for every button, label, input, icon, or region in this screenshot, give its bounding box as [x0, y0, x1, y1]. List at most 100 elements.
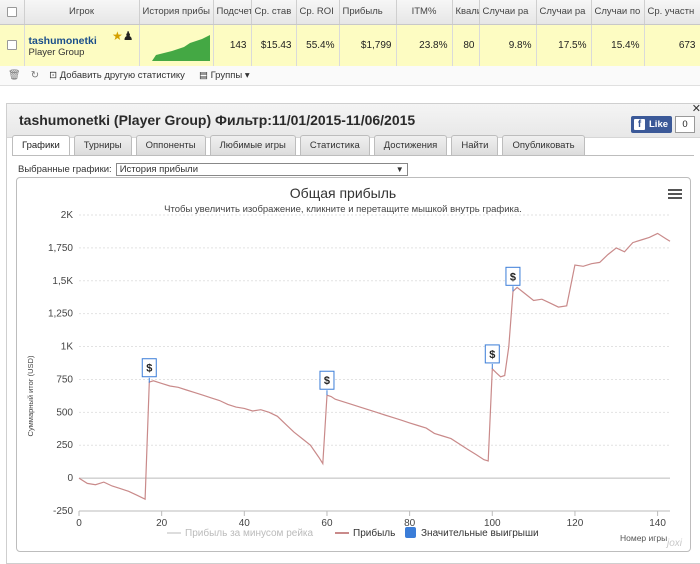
col-header-quali[interactable]: Квали — [452, 0, 480, 25]
cell-participants: 673 — [644, 24, 700, 67]
cell-case3: 15.4% — [591, 24, 645, 67]
player-cell[interactable]: tashumonetki Player Group ★♟ — [24, 24, 140, 67]
trash-icon[interactable]: 🗑 — [8, 70, 21, 81]
page-title: tashumonetki (Player Group) Фильтр:11/01… — [19, 112, 416, 128]
table-row[interactable]: tashumonetki Player Group ★♟ 143 $15.43 … — [0, 24, 700, 67]
profit-series — [78, 232, 671, 501]
tab-tournaments[interactable]: Турниры — [73, 135, 132, 155]
col-header-avg-stake[interactable]: Ср. став — [251, 0, 297, 25]
select-all-checkbox[interactable] — [0, 0, 25, 25]
y-tick-label: 1,750 — [48, 243, 73, 254]
sparkline-chart — [143, 34, 210, 61]
profit-chart[interactable]: Общая прибыль Чтобы увеличить изображени… — [17, 178, 690, 551]
y-tick-label: 1,250 — [48, 309, 73, 320]
col-header-history[interactable]: История прибы — [139, 0, 214, 25]
big-win-symbol: $ — [324, 375, 330, 387]
chart-select-label: Выбранные графики: — [18, 164, 112, 175]
cell-profit: $1,799 — [339, 24, 397, 67]
player-group: Player Group — [28, 47, 85, 58]
chart-menu-icon[interactable] — [668, 189, 682, 199]
add-stats-button[interactable]: ⊡ Добавить другую статистику — [49, 70, 185, 81]
chart-select-row: Выбранные графики: История прибыли ▼ — [18, 163, 408, 176]
tabs-divider — [12, 155, 694, 156]
legend-label-rake: Прибыль за минусом рейка — [185, 527, 314, 539]
x-tick-label: 60 — [321, 518, 333, 529]
tab-opponents[interactable]: Оппоненты — [135, 135, 206, 155]
y-tick-label: 1,5K — [52, 276, 73, 287]
like-label: Like — [649, 119, 669, 130]
tab-publish[interactable]: Опубликовать — [502, 135, 585, 155]
profit-line — [78, 232, 671, 501]
cell-avg-stake: $15.43 — [251, 24, 297, 67]
tab-charts[interactable]: Графики — [12, 135, 70, 155]
y-tick-label: 750 — [56, 374, 73, 385]
legend-swatch-bigwins — [405, 527, 416, 538]
facebook-like-button[interactable]: f Like — [631, 116, 672, 133]
col-header-count[interactable]: Подсчет — [213, 0, 252, 25]
tab-statistics[interactable]: Статистика — [299, 135, 370, 155]
y-tick-label: -250 — [53, 506, 73, 517]
watermark: joxi — [666, 538, 682, 549]
stats-toolbar: 🗑 ↻ ⊡ Добавить другую статистику ▤ Групп… — [0, 66, 700, 86]
x-axis-ticks: 0 20 40 60 80 100 120 140 — [76, 510, 670, 529]
y-axis-ticks: 2K 1,750 1,5K 1,250 1K 750 500 250 0 -250 — [48, 210, 73, 517]
chart-title: Общая прибыль — [290, 185, 396, 201]
like-count: 0 — [675, 116, 695, 133]
panel-tabs: Графики Турниры Оппоненты Любимые игры С… — [12, 135, 589, 155]
cell-case1: 9.8% — [479, 24, 537, 67]
cell-roi: 55.4% — [296, 24, 340, 67]
cell-case2: 17.5% — [536, 24, 592, 67]
col-header-player[interactable]: Игрок — [24, 0, 140, 25]
profit-sparkline — [139, 24, 214, 67]
y-tick-label: 500 — [56, 407, 73, 418]
tab-find[interactable]: Найти — [451, 135, 499, 155]
col-header-profit[interactable]: Прибыль — [339, 0, 397, 25]
star-icon: ★ — [111, 28, 123, 43]
user-icon: ♟ — [122, 28, 134, 43]
profit-chart-container[interactable]: Общая прибыль Чтобы увеличить изображени… — [16, 177, 691, 552]
refresh-icon[interactable]: ↻ — [31, 70, 39, 81]
x-tick-label: 140 — [649, 518, 666, 529]
row-checkbox[interactable] — [0, 24, 25, 67]
y-tick-label: 1K — [61, 342, 74, 353]
col-header-roi[interactable]: Ср. ROI — [296, 0, 340, 25]
col-header-participants[interactable]: Ср. участн — [644, 0, 700, 25]
big-win-symbol: $ — [146, 363, 152, 375]
chart-subtitle: Чтобы увеличить изображение, кликните и … — [164, 204, 522, 215]
facebook-icon: f — [634, 119, 645, 130]
x-tick-label: 120 — [567, 518, 584, 529]
panel-header: tashumonetki (Player Group) Фильтр:11/01… — [7, 102, 700, 138]
groups-button[interactable]: ▤ Группы ▾ — [199, 70, 250, 81]
add-stats-label: Добавить другую статистику — [59, 70, 185, 81]
x-tick-label: 20 — [156, 518, 168, 529]
x-axis-label: Номер игры — [620, 533, 667, 543]
cell-quali: 80 — [452, 24, 480, 67]
y-axis-label: Суммарный итог (USD) — [26, 355, 35, 436]
legend-label-profit: Прибыль — [353, 527, 395, 539]
x-tick-label: 0 — [76, 518, 82, 529]
big-win-markers: $ $ $ $ — [141, 266, 521, 396]
stats-table: Игрок История прибы Подсчет Ср. став Ср.… — [0, 0, 700, 67]
col-header-case3[interactable]: Случаи по — [591, 0, 645, 25]
tab-favorite-games[interactable]: Любимые игры — [209, 135, 296, 155]
stats-header-row: Игрок История прибы Подсчет Ср. став Ср.… — [0, 0, 700, 25]
tab-achievements[interactable]: Достижения — [373, 135, 448, 155]
big-win-marker: $ — [319, 370, 335, 396]
cell-count: 143 — [213, 24, 252, 67]
chart-legend[interactable]: Прибыль за минусом рейка Прибыль Значитель… — [167, 527, 539, 539]
y-tick-label: 250 — [56, 440, 73, 451]
groups-label: Группы — [210, 70, 243, 81]
cell-itm: 23.8% — [396, 24, 453, 67]
col-header-case2[interactable]: Случаи ра — [536, 0, 592, 25]
player-icons: ★♟ — [112, 29, 134, 43]
chart-select-dropdown[interactable]: История прибыли ▼ — [115, 163, 408, 176]
close-icon[interactable]: ✕ — [692, 102, 700, 115]
big-win-symbol: $ — [510, 271, 516, 283]
legend-label-bigwins: Значительные выигрыши — [421, 528, 539, 539]
col-header-case1[interactable]: Случаи ра — [479, 0, 537, 25]
y-tick-label: 0 — [67, 473, 73, 484]
y-tick-label: 2K — [61, 210, 74, 221]
col-header-itm[interactable]: ITM% — [396, 0, 453, 25]
big-win-symbol: $ — [489, 349, 495, 361]
dropdown-arrow-icon: ▼ — [395, 165, 404, 174]
